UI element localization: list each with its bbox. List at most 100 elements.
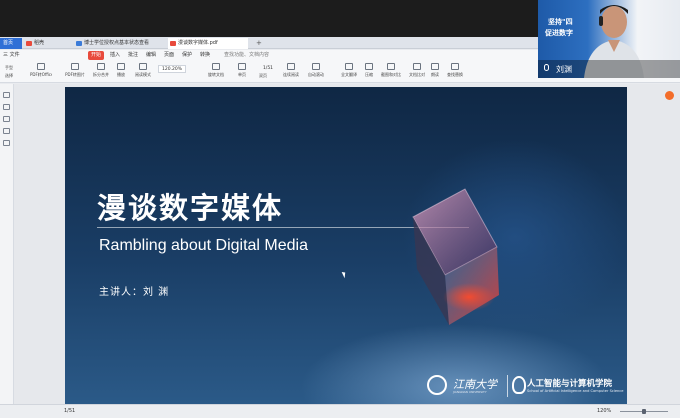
tab-home-label: 首页	[3, 40, 14, 46]
menu-insert[interactable]: 插入	[110, 51, 120, 60]
slide-title: 漫谈数字媒体	[97, 191, 284, 225]
tab-status-doc[interactable]: 博士学位授权点基本状态查看	[74, 38, 166, 49]
tool-label: 播放	[117, 72, 125, 77]
menu-start[interactable]: 开始	[88, 51, 104, 60]
auto-scroll-button[interactable]: 自动滚动	[305, 63, 327, 81]
menu-comment[interactable]: 批注	[128, 51, 138, 60]
webcam-overlay: 坚持"四 促进数字 刘渊	[538, 0, 680, 78]
tool-label: 单页	[238, 72, 246, 77]
screenshot-compare-button[interactable]: 截图和对比	[380, 63, 402, 81]
webcam-banner-line1: 坚持"四	[548, 18, 573, 26]
tool-label: 全文翻译	[341, 72, 357, 77]
play-button[interactable]: 播放	[114, 63, 128, 81]
tool-label: 查找替换	[447, 72, 463, 77]
university-name-en: JIANGNAN UNIVERSITY	[453, 390, 487, 394]
auto-scroll-icon	[312, 63, 320, 70]
tab-label: 博士学位授权点基本状态查看	[84, 40, 150, 46]
convert-icon	[37, 63, 45, 70]
zoom-slider-handle[interactable]	[642, 409, 646, 414]
school-logo-icon	[512, 376, 526, 394]
compress-icon	[365, 63, 373, 70]
logo-divider	[507, 375, 508, 397]
screen-share: 首页 稻壳 博士学位授权点基本状态查看 漫谈数字媒体.pdf + 三 文件 开始…	[0, 0, 680, 418]
translate-button[interactable]: 全文翻译	[338, 63, 360, 81]
book-icon	[139, 63, 147, 70]
menu-page[interactable]: 页面	[164, 51, 174, 60]
search-box[interactable]: 查找功能、文档内容	[224, 51, 269, 60]
microphone-icon	[544, 64, 549, 71]
pdf-to-office-button[interactable]: PDF转Office	[30, 63, 52, 81]
bookmark-icon[interactable]	[3, 92, 10, 98]
rotate-icon	[212, 63, 220, 70]
assistant-icon[interactable]	[665, 91, 674, 100]
tool-label: PDF转Office	[30, 72, 52, 77]
attachment-icon[interactable]	[3, 128, 10, 134]
tool-label: PDF转图片	[65, 72, 85, 77]
tool-label: 自动滚动	[308, 72, 324, 77]
tool-label: 阅读模式	[135, 72, 151, 77]
image-icon	[71, 63, 79, 70]
zoom-input[interactable]: 120.20%	[158, 65, 186, 73]
tab-home[interactable]: 首页	[0, 38, 22, 49]
split-icon	[97, 63, 105, 70]
scroll-icon	[287, 63, 295, 70]
slide-page: 漫谈数字媒体 Rambling about Digital Media 主讲人：…	[65, 87, 627, 404]
menu-protect[interactable]: 保护	[182, 51, 192, 60]
webcam-banner-line2: 促进数字	[545, 29, 573, 37]
tab-active-pdf[interactable]: 漫谈数字媒体.pdf	[168, 38, 248, 49]
menu-convert[interactable]: 转换	[200, 51, 210, 60]
new-tab-button[interactable]: +	[256, 38, 266, 49]
menu-file[interactable]: 三 文件	[3, 51, 20, 60]
page-icon	[238, 63, 246, 70]
search-icon[interactable]	[3, 140, 10, 146]
reading-mode-button[interactable]: 阅读模式	[132, 63, 154, 81]
tool-label: 旋转文档	[208, 72, 224, 77]
comment-icon[interactable]	[3, 116, 10, 122]
pdf-icon	[170, 41, 176, 46]
read-aloud-button[interactable]: 朗读	[428, 63, 442, 81]
tool-label: 连续阅读	[283, 72, 299, 77]
tool-label: 双页	[259, 73, 267, 78]
school-name-en: School of Artificial Intelligence and Co…	[527, 389, 624, 393]
continuous-read-button[interactable]: 连续阅读	[280, 63, 302, 81]
menu-edit[interactable]: 编辑	[146, 51, 156, 60]
tool-label: 朗读	[431, 72, 439, 77]
compress-button[interactable]: 压缩	[362, 63, 376, 81]
tool-label: 文档比对	[409, 72, 425, 77]
split-merge-button[interactable]: 拆分合并	[90, 63, 112, 81]
find-replace-button[interactable]: 查找替换	[444, 63, 466, 81]
tool-label: 压缩	[365, 72, 373, 77]
slide-speaker: 主讲人：刘 渊	[99, 287, 170, 298]
doc-compare-button[interactable]: 文档比对	[406, 63, 428, 81]
thumbnail-icon[interactable]	[3, 104, 10, 110]
left-sidebar	[0, 84, 14, 404]
speaker-icon	[431, 63, 439, 70]
plus-icon: +	[256, 39, 262, 47]
play-icon	[117, 63, 125, 70]
translate-icon	[345, 63, 353, 70]
tool-label: 截图和对比	[381, 72, 401, 77]
compare-icon	[413, 63, 421, 70]
tab-label: 漫谈数字媒体.pdf	[178, 40, 218, 46]
screenshot-icon	[387, 63, 395, 70]
hand-tool-button[interactable]: 手型 选择	[2, 63, 16, 81]
status-page-number[interactable]: 1/51	[64, 408, 75, 414]
page-number-input[interactable]: 1/51	[258, 65, 278, 73]
rotate-doc-button[interactable]: 旋转文档	[205, 63, 227, 81]
status-zoom[interactable]: 120%	[597, 408, 611, 414]
slide-subtitle: Rambling about Digital Media	[99, 237, 308, 254]
tool-label: 拆分合并	[93, 72, 109, 77]
tab-label: 稻壳	[34, 40, 45, 46]
doc-icon	[76, 41, 82, 46]
tool-label: 选择	[5, 73, 13, 78]
glass-cube-image	[412, 188, 499, 325]
find-icon	[451, 63, 459, 70]
speaker-name: 刘渊	[556, 65, 572, 74]
tab-daoke[interactable]: 稻壳	[24, 38, 72, 49]
single-page-button[interactable]: 单页	[235, 63, 249, 81]
tool-label: 手型	[5, 65, 13, 70]
daoke-icon	[26, 41, 32, 46]
school-name-cn: 人工智能与计算机学院	[527, 379, 613, 389]
pdf-to-image-button[interactable]: PDF转图片	[64, 63, 86, 81]
university-logo-icon	[427, 375, 447, 395]
